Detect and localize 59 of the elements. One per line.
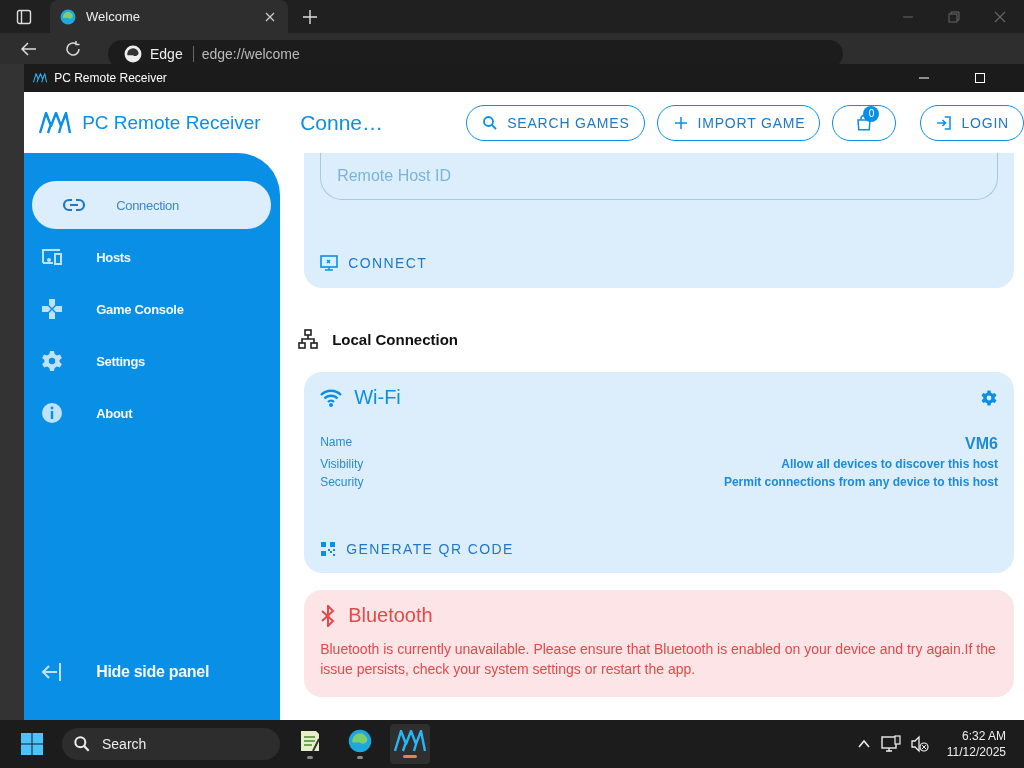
error-message: Bluetooth is currently unavailable. Please ensure that Bluetooth is enabled on your device and try again.If the issue persists, check your system settings or restart the app. xyxy=(320,640,997,679)
info-icon xyxy=(40,401,65,425)
qr-code-button[interactable]: GENERATE QR CODE xyxy=(320,541,514,557)
settings-icon[interactable] xyxy=(980,388,998,407)
cart-button[interactable]: 0 xyxy=(832,104,897,141)
notepad-icon xyxy=(299,729,321,753)
settings-icon xyxy=(40,349,65,373)
taskbar-app[interactable] xyxy=(390,724,430,764)
clock[interactable]: 6:32 AM 11/12/2025 xyxy=(946,729,1006,759)
field-label: Name xyxy=(320,435,354,451)
address-text: edge://welcome xyxy=(201,46,300,62)
logo-icon xyxy=(394,730,426,752)
wifi-icon xyxy=(320,387,343,408)
app-name: PC Remote Receiver xyxy=(82,111,261,134)
card-title: Bluetooth xyxy=(348,604,433,627)
edge-icon xyxy=(124,45,142,63)
header-button[interactable]: SEARCH GAMES xyxy=(466,104,645,141)
field-value: VM6 xyxy=(964,435,998,453)
back-icon[interactable] xyxy=(20,40,38,58)
gamepad-icon xyxy=(40,297,65,321)
connect-button[interactable]: CONNECT xyxy=(320,254,428,272)
refresh-icon[interactable] xyxy=(64,40,82,58)
taskbar-search[interactable]: Search xyxy=(62,728,280,760)
header-button[interactable]: LOGIN xyxy=(920,104,1024,141)
browser-tab[interactable]: Welcome xyxy=(50,0,288,33)
header-button[interactable]: IMPORT GAME xyxy=(656,104,821,141)
nav-item[interactable]: About xyxy=(32,389,272,437)
field-value: Allow all devices to discover this host xyxy=(780,457,998,471)
tab-actions-icon[interactable] xyxy=(16,8,32,25)
search-icon xyxy=(72,734,92,754)
page-title: Conne… xyxy=(300,110,385,135)
edge-icon xyxy=(348,729,372,753)
field-label: Security xyxy=(320,475,364,489)
qr-code-icon xyxy=(320,541,337,557)
nav-item[interactable]: Hosts xyxy=(32,233,272,281)
nav-item[interactable]: Game Console xyxy=(32,285,272,333)
count-badge: 0 xyxy=(863,105,880,122)
new-tab-icon[interactable] xyxy=(302,8,318,25)
network-monitor-icon[interactable] xyxy=(880,735,901,753)
monitor-icon xyxy=(320,254,339,272)
hide-panel-button[interactable]: Hide side panel xyxy=(32,648,272,696)
login-icon xyxy=(935,113,954,132)
field-label: Visibility xyxy=(320,457,364,471)
edge-icon xyxy=(60,8,76,25)
start-icon[interactable] xyxy=(20,732,44,756)
window-title: PC Remote Receiver xyxy=(54,71,167,85)
nav-item[interactable]: Settings xyxy=(32,337,272,385)
input-field[interactable]: Remote Host ID xyxy=(320,153,998,200)
site-label: Edge xyxy=(150,46,194,62)
card-title: Wi-Fi xyxy=(354,386,401,409)
speaker-muted-icon[interactable] xyxy=(910,735,929,753)
section-title: Local Connection xyxy=(332,330,458,348)
field-value: Permit connections from any device to this host xyxy=(722,475,998,489)
network-icon xyxy=(298,329,319,349)
logo-icon xyxy=(39,111,72,134)
nav-item[interactable]: Connection xyxy=(32,181,272,229)
bluetooth-icon xyxy=(320,604,337,627)
tab-title: Welcome xyxy=(86,9,141,24)
maximize-icon[interactable] xyxy=(975,73,985,83)
